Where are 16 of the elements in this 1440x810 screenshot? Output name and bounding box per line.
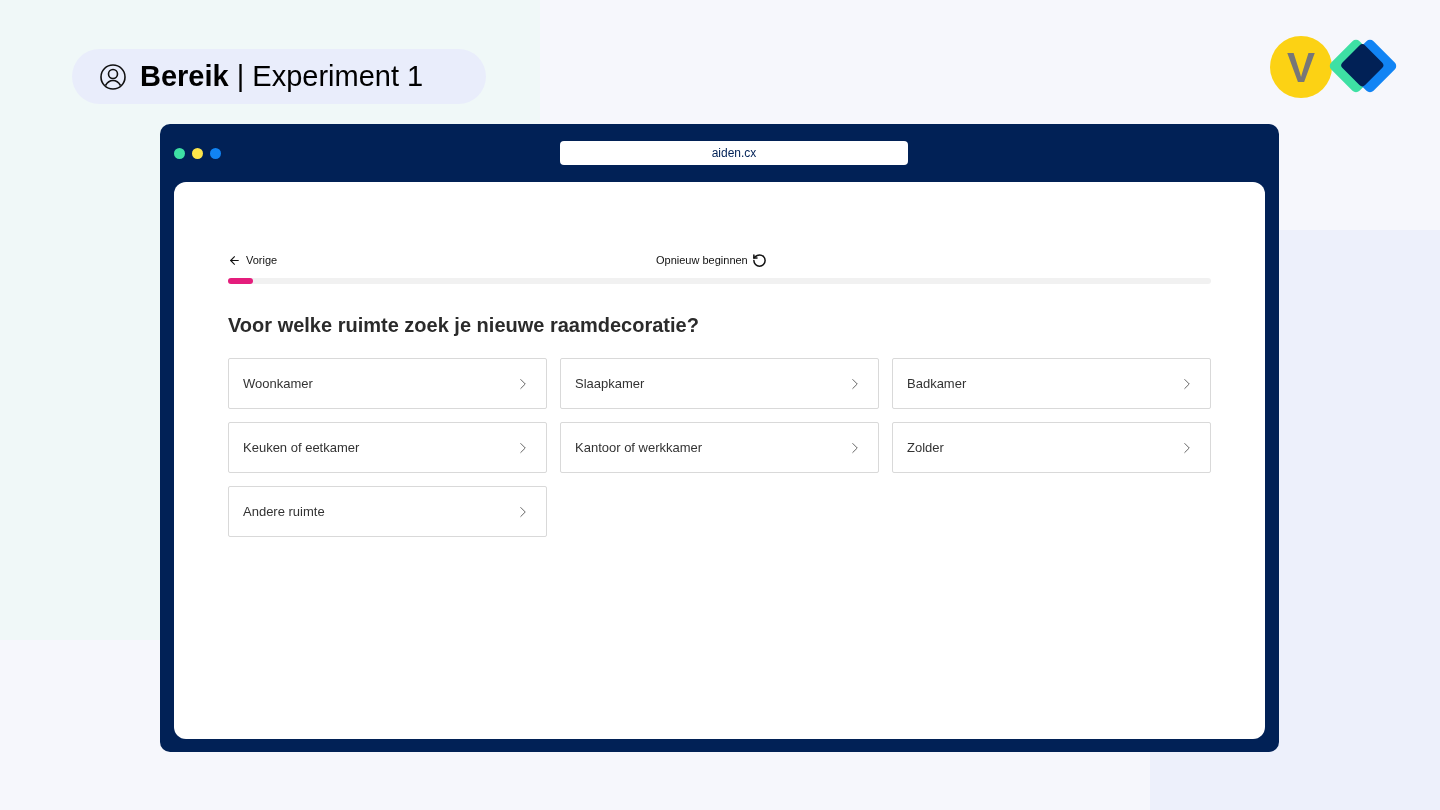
arrow-left-icon xyxy=(228,253,241,267)
option-card[interactable]: Keuken of eetkamer xyxy=(228,422,547,473)
option-card[interactable]: Slaapkamer xyxy=(560,358,879,409)
question-heading: Voor welke ruimte zoek je nieuwe raamdecoratie? xyxy=(228,313,700,338)
brand-logo: V xyxy=(1270,36,1402,100)
restart-icon xyxy=(751,252,767,268)
option-card[interactable]: Woonkamer xyxy=(228,358,547,409)
option-card[interactable]: Kantoor of werkkamer xyxy=(560,422,879,473)
back-link[interactable]: Vorige xyxy=(228,251,278,269)
option-card[interactable]: Zolder xyxy=(892,422,1211,473)
address-bar[interactable]: aiden.cx xyxy=(560,141,908,165)
page-title: Bereik | Experiment 1 xyxy=(140,58,424,94)
restart-link[interactable]: Opnieuw beginnen xyxy=(656,251,767,269)
option-card[interactable]: Andere ruimte xyxy=(228,486,547,537)
option-card[interactable]: Badkamer xyxy=(892,358,1211,409)
user-icon xyxy=(100,63,126,90)
